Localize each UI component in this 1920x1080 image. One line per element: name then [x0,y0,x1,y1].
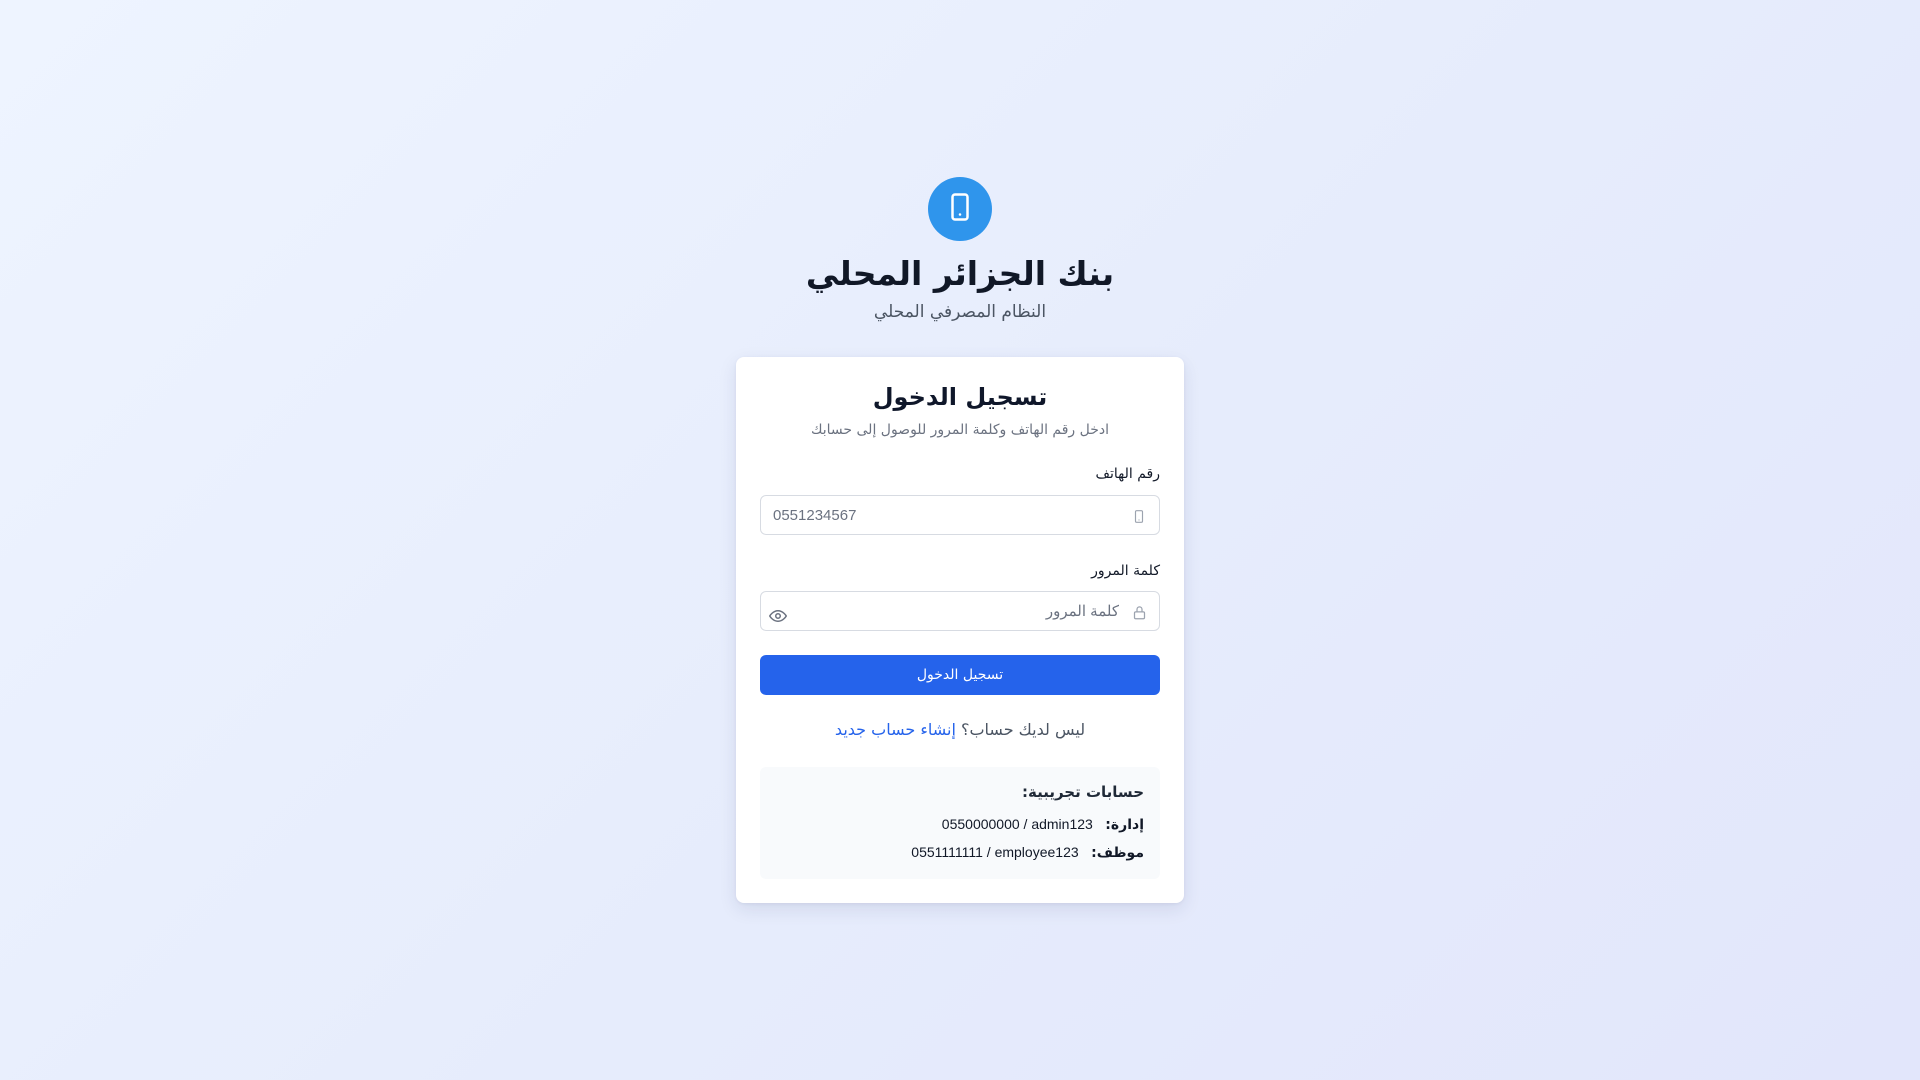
demo-accounts-title: حسابات تجريبية: [1021,783,1144,801]
login-subtitle: ادخل رقم الهاتف وكلمة المرور للوصول إلى … [810,422,1110,438]
password-label: كلمة المرور [1091,563,1160,579]
signup-prompt: ليس لديك حساب؟ إنشاء حساب جديد [736,719,1184,741]
demo-account-role: إدارة: [1105,817,1144,833]
phone-field-wrapper [760,495,1160,535]
password-input[interactable] [761,592,1159,630]
lock-icon [1130,603,1148,621]
signup-question: ليس لديك حساب؟ [961,720,1086,739]
login-title: تسجيل الدخول [872,383,1048,411]
demo-account-admin: إدارة: 0550000000 / admin123 [942,814,1144,835]
login-card: تسجيل الدخول ادخل رقم الهاتف وكلمة المرو… [736,357,1184,903]
brand-subtitle: النظام المصرفي المحلي [873,302,1047,322]
smartphone-icon [1130,507,1148,525]
brand-title: بنك الجزائر المحلي [805,254,1115,293]
brand-logo [928,177,992,241]
signup-link[interactable]: إنشاء حساب جديد [835,720,956,739]
smartphone-icon [945,192,975,226]
demo-account-role: موظف: [1091,845,1144,861]
login-button[interactable]: تسجيل الدخول [760,655,1160,695]
demo-account-credentials: 0551111111 / employee123 [911,844,1079,860]
demo-accounts-box: حسابات تجريبية: إدارة: 0550000000 / admi… [760,767,1160,879]
phone-label: رقم الهاتف [1095,466,1160,482]
password-field-wrapper [760,591,1160,631]
page: بنك الجزائر المحلي النظام المصرفي المحلي… [0,0,1920,1080]
demo-account-employee: موظف: 0551111111 / employee123 [911,842,1144,863]
demo-account-credentials: 0550000000 / admin123 [941,816,1093,832]
eye-icon[interactable] [766,606,790,626]
phone-input[interactable] [761,496,1159,534]
